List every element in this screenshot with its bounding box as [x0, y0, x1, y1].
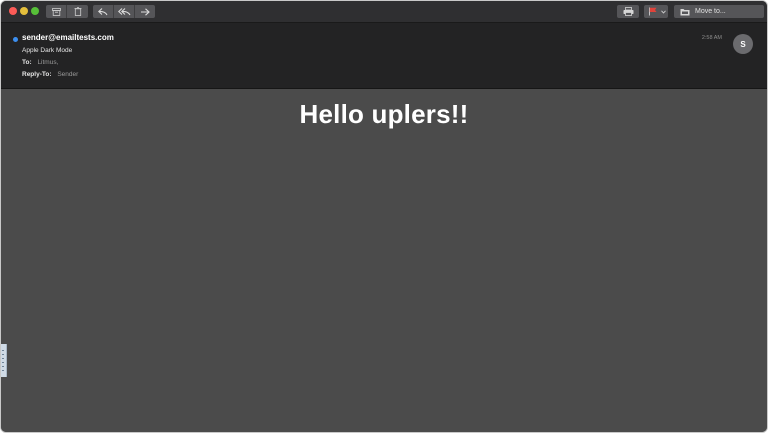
reply-all-icon — [117, 7, 130, 15]
avatar-initial: S — [740, 39, 746, 49]
trash-button[interactable] — [67, 5, 88, 18]
folder-icon — [680, 8, 690, 15]
avatar: S — [733, 34, 753, 54]
reply-all-button[interactable] — [114, 5, 134, 18]
reply-to-row: Reply-To: Sender — [22, 71, 78, 78]
archive-icon — [51, 7, 61, 16]
trash-icon — [74, 7, 81, 16]
archive-trash-group — [46, 5, 88, 18]
reply-to-recipient[interactable]: Sender — [57, 71, 78, 78]
minimize-window-button[interactable] — [20, 7, 28, 15]
archive-button[interactable] — [46, 5, 66, 18]
to-recipient[interactable]: Litmus, — [37, 59, 58, 66]
forward-icon — [141, 7, 150, 16]
move-to-label: Move to... — [695, 8, 726, 15]
mail-window: Move to... sender@emailtests.com Apple D… — [1, 1, 767, 432]
unread-indicator — [13, 37, 18, 42]
print-button[interactable] — [617, 5, 639, 18]
message-body: Hello uplers!! — [1, 89, 767, 432]
flag-button[interactable] — [644, 5, 668, 18]
close-window-button[interactable] — [9, 7, 17, 15]
toolbar: Move to... — [1, 1, 767, 23]
grip-line — [2, 354, 4, 355]
to-label: To: — [22, 59, 32, 66]
forward-button[interactable] — [135, 5, 155, 18]
grip-line — [2, 362, 4, 363]
grip-line — [2, 366, 4, 367]
sender-address[interactable]: sender@emailtests.com — [22, 33, 114, 42]
print-icon — [623, 7, 633, 16]
reply-group — [93, 5, 155, 18]
move-to-button[interactable]: Move to... — [674, 5, 764, 18]
reply-icon — [98, 7, 108, 15]
message-time: 2:58 AM — [701, 35, 722, 41]
message-subject: Apple Dark Mode — [22, 47, 73, 54]
grip-line — [2, 358, 4, 359]
email-headline: Hello uplers!! — [299, 99, 469, 129]
chevron-down-icon — [661, 9, 666, 14]
to-row: To: Litmus, — [22, 59, 58, 66]
grip-line — [2, 370, 4, 371]
maximize-window-button[interactable] — [31, 7, 39, 15]
reply-button[interactable] — [93, 5, 113, 18]
message-header: sender@emailtests.com Apple Dark Mode To… — [1, 23, 767, 89]
reply-to-label: Reply-To: — [22, 71, 52, 78]
grip-line — [2, 350, 4, 351]
flag-icon — [649, 7, 657, 16]
pane-resize-handle[interactable] — [1, 344, 7, 377]
